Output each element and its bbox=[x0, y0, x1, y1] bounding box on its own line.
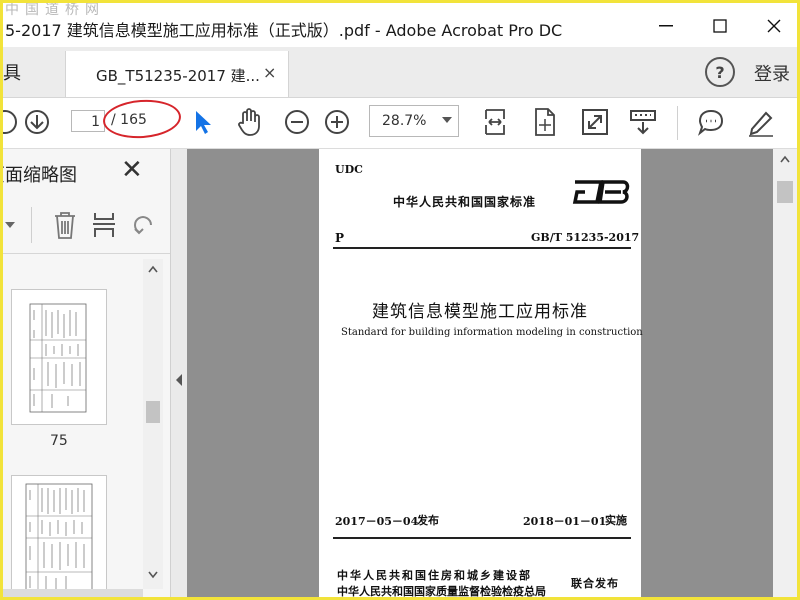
pdf-page: UDC 中华人民共和国国家标准 P GB/T 51235-2017 建筑信息模型… bbox=[319, 149, 643, 598]
comment-button[interactable] bbox=[695, 106, 727, 138]
thumbnail-content bbox=[29, 303, 87, 413]
delete-icon[interactable] bbox=[51, 209, 79, 241]
panel-toolbar bbox=[3, 205, 170, 245]
thumbnail-page-number: 75 bbox=[50, 433, 68, 449]
maximize-icon bbox=[713, 19, 727, 33]
zoom-out-button[interactable] bbox=[281, 106, 313, 138]
select-cursor-icon bbox=[196, 111, 211, 134]
maximize-button[interactable] bbox=[697, 11, 743, 41]
scroll-up-icon bbox=[148, 265, 158, 273]
hand-tool-button[interactable] bbox=[233, 106, 265, 138]
scroll-up-icon bbox=[3, 110, 17, 134]
thumbnail-page[interactable] bbox=[11, 289, 107, 425]
panel-hscrollbar[interactable] bbox=[3, 589, 143, 597]
app-window: 中国道桥网 5-2017 建筑信息模型施工应用标准（正式版）.pdf - Ado… bbox=[0, 0, 800, 600]
udc-label: UDC bbox=[335, 163, 363, 176]
panel-close-button[interactable]: ✕ bbox=[121, 155, 143, 185]
toolbar-divider bbox=[677, 106, 678, 140]
issue-label: 发布 bbox=[417, 514, 439, 527]
panel-title: 页面缩略图 bbox=[3, 165, 77, 186]
collapse-left-icon bbox=[176, 374, 182, 386]
gb-logo bbox=[571, 177, 631, 207]
zoom-in-icon bbox=[325, 110, 349, 134]
zoom-select[interactable]: 28.7% bbox=[369, 105, 459, 137]
comment-icon bbox=[697, 109, 724, 136]
joint-publish-label: 联合发布 bbox=[571, 577, 619, 590]
close-window-button[interactable] bbox=[751, 11, 797, 41]
minimize-icon bbox=[659, 25, 673, 27]
chevron-down-icon bbox=[5, 222, 15, 228]
thumbnails-panel: 页面缩略图 ✕ 75 bbox=[3, 149, 171, 597]
minimize-button[interactable] bbox=[643, 11, 689, 41]
read-mode-button[interactable] bbox=[627, 106, 659, 138]
implementation-label: 实施 bbox=[605, 514, 627, 527]
thumbnail-content bbox=[25, 483, 93, 597]
gb-logo-icon bbox=[572, 180, 630, 204]
standard-number: GB/T 51235-2017 bbox=[531, 231, 640, 244]
read-mode-icon bbox=[630, 110, 656, 135]
login-button[interactable]: 登录 bbox=[754, 60, 790, 86]
tab-tools[interactable]: 具 bbox=[3, 59, 21, 85]
panel-scroll-thumb[interactable] bbox=[146, 401, 160, 423]
annotation-ellipse bbox=[101, 97, 183, 141]
document-title-en: Standard for building information modeli… bbox=[341, 327, 643, 338]
document-viewport[interactable]: UDC 中华人民共和国国家标准 P GB/T 51235-2017 建筑信息模型… bbox=[187, 149, 773, 597]
document-scrollbar[interactable] bbox=[773, 149, 797, 597]
hand-tool-icon bbox=[238, 108, 260, 136]
panel-divider bbox=[31, 207, 32, 243]
extract-page-icon[interactable] bbox=[91, 209, 119, 241]
category-code: P bbox=[335, 231, 345, 245]
panel-collapse-handle[interactable] bbox=[171, 149, 187, 597]
tab-close-button[interactable]: × bbox=[263, 63, 276, 82]
publisher-1: 中华人民共和国住房和城乡建设部 bbox=[337, 569, 532, 582]
main-toolbar: 1 / 165 28.7% bbox=[3, 97, 797, 149]
undo-icon[interactable] bbox=[131, 211, 155, 239]
zoom-value: 28.7% bbox=[382, 113, 427, 129]
scroll-down-icon bbox=[148, 571, 158, 579]
zoom-in-button[interactable] bbox=[321, 106, 353, 138]
issue-date: 2017－05－04 bbox=[335, 515, 419, 528]
zoom-out-icon bbox=[285, 110, 309, 134]
page-number-input[interactable]: 1 bbox=[71, 110, 105, 132]
footer-rule bbox=[333, 537, 631, 539]
scroll-up-icon bbox=[780, 155, 790, 163]
panel-rule bbox=[3, 253, 170, 254]
panel-scrollbar[interactable] bbox=[143, 259, 163, 589]
document-title-zh: 建筑信息模型施工应用标准 bbox=[372, 302, 588, 322]
fit-page-icon bbox=[535, 108, 555, 136]
chevron-down-icon bbox=[442, 117, 452, 123]
title-bar: 中国道桥网 5-2017 建筑信息模型施工应用标准（正式版）.pdf - Ado… bbox=[3, 3, 797, 47]
fit-width-button[interactable] bbox=[479, 106, 511, 138]
full-screen-icon bbox=[582, 109, 608, 135]
header-rule bbox=[333, 247, 631, 249]
sign-button[interactable] bbox=[745, 106, 777, 138]
window-title: 5-2017 建筑信息模型施工应用标准（正式版）.pdf - Adobe Acr… bbox=[5, 21, 563, 40]
document-scroll-thumb[interactable] bbox=[777, 181, 793, 203]
publisher-2: 中华人民共和国国家质量监督检验检疫总局 bbox=[337, 585, 546, 598]
implementation-date: 2018－01－01 bbox=[523, 515, 607, 528]
fit-page-button[interactable] bbox=[529, 106, 561, 138]
tab-document-label: GB_T51235-2017 建... bbox=[96, 67, 260, 85]
help-button[interactable]: ? bbox=[705, 57, 735, 87]
fit-width-icon bbox=[485, 109, 505, 135]
thumbnail-page[interactable] bbox=[11, 475, 107, 597]
select-tool-button[interactable] bbox=[187, 106, 219, 138]
tab-bar: 具 GB_T51235-2017 建... × ? 登录 bbox=[3, 47, 797, 98]
tab-document[interactable]: GB_T51235-2017 建... × bbox=[65, 51, 289, 97]
page-up-button[interactable] bbox=[3, 106, 21, 138]
page-down-button[interactable] bbox=[21, 106, 53, 138]
close-icon bbox=[767, 19, 781, 33]
sign-pen-icon bbox=[749, 111, 773, 137]
scroll-down-icon bbox=[25, 110, 49, 134]
issuer-line: 中华人民共和国国家标准 bbox=[393, 195, 537, 209]
full-screen-button[interactable] bbox=[579, 106, 611, 138]
